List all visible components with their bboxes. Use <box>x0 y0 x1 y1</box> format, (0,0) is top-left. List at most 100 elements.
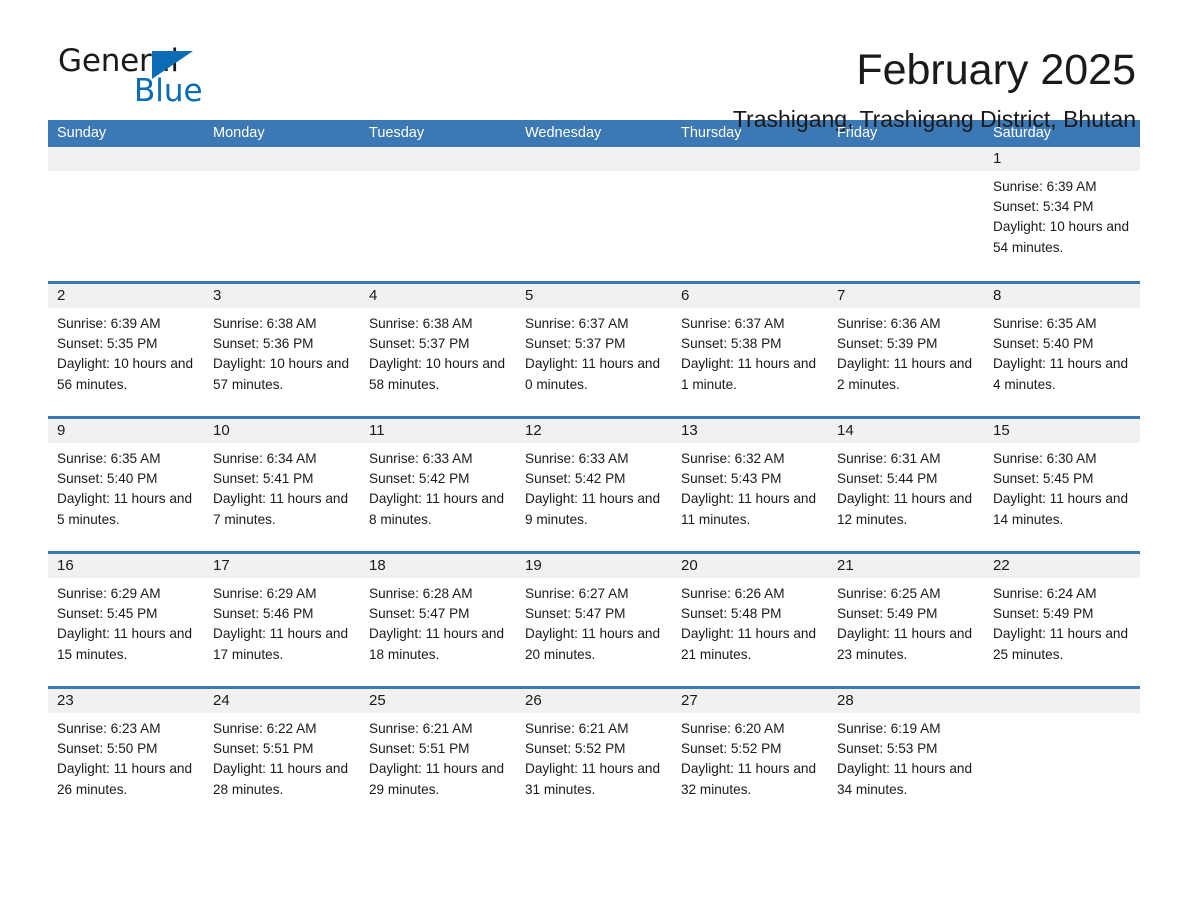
day-details <box>984 713 1140 719</box>
day-number: 7 <box>828 284 984 308</box>
sunset-text: Sunset: 5:36 PM <box>213 336 314 352</box>
day-cell[interactable]: 4 Sunrise: 6:38 AM Sunset: 5:37 PM Dayli… <box>360 284 516 416</box>
day-cell[interactable]: 22 Sunrise: 6:24 AM Sunset: 5:49 PM Dayl… <box>984 554 1140 686</box>
day-details <box>48 171 204 177</box>
sunrise-text: Sunrise: 6:35 AM <box>993 316 1097 331</box>
logo-text-blue: Blue <box>134 73 203 109</box>
sunset-text: Sunset: 5:51 PM <box>369 741 470 757</box>
day-cell[interactable]: 2 Sunrise: 6:39 AM Sunset: 5:35 PM Dayli… <box>48 284 204 416</box>
day-cell <box>360 147 516 281</box>
sunset-text: Sunset: 5:48 PM <box>681 606 782 622</box>
sunset-text: Sunset: 5:40 PM <box>993 336 1094 352</box>
day-details <box>516 171 672 177</box>
calendar-page: General Blue February 2025 Trashigang, T… <box>0 0 1188 918</box>
sunrise-text: Sunrise: 6:23 AM <box>57 721 161 736</box>
day-number <box>48 147 204 171</box>
day-cell[interactable]: 25 Sunrise: 6:21 AM Sunset: 5:51 PM Dayl… <box>360 689 516 821</box>
day-number: 28 <box>828 689 984 713</box>
day-cell[interactable]: 8 Sunrise: 6:35 AM Sunset: 5:40 PM Dayli… <box>984 284 1140 416</box>
day-cell[interactable]: 28 Sunrise: 6:19 AM Sunset: 5:53 PM Dayl… <box>828 689 984 821</box>
sunrise-text: Sunrise: 6:29 AM <box>213 586 317 601</box>
day-details: Sunrise: 6:35 AM Sunset: 5:40 PM Dayligh… <box>984 308 1140 395</box>
day-cell[interactable]: 26 Sunrise: 6:21 AM Sunset: 5:52 PM Dayl… <box>516 689 672 821</box>
day-details: Sunrise: 6:24 AM Sunset: 5:49 PM Dayligh… <box>984 578 1140 665</box>
daylight-text: Daylight: 11 hours and 0 minutes. <box>525 356 661 392</box>
daylight-text: Daylight: 11 hours and 11 minutes. <box>681 491 817 527</box>
day-cell[interactable]: 16 Sunrise: 6:29 AM Sunset: 5:45 PM Dayl… <box>48 554 204 686</box>
daylight-text: Daylight: 11 hours and 1 minute. <box>681 356 817 392</box>
calendar-week: 23 Sunrise: 6:23 AM Sunset: 5:50 PM Dayl… <box>48 686 1140 821</box>
day-cell[interactable]: 21 Sunrise: 6:25 AM Sunset: 5:49 PM Dayl… <box>828 554 984 686</box>
day-number <box>828 147 984 171</box>
sunrise-text: Sunrise: 6:30 AM <box>993 451 1097 466</box>
weekday-sunday: Sunday <box>57 125 107 141</box>
sunrise-text: Sunrise: 6:37 AM <box>525 316 629 331</box>
day-cell[interactable]: 24 Sunrise: 6:22 AM Sunset: 5:51 PM Dayl… <box>204 689 360 821</box>
day-cell[interactable]: 19 Sunrise: 6:27 AM Sunset: 5:47 PM Dayl… <box>516 554 672 686</box>
day-number: 18 <box>360 554 516 578</box>
daylight-text: Daylight: 10 hours and 57 minutes. <box>213 356 350 392</box>
day-cell[interactable]: 5 Sunrise: 6:37 AM Sunset: 5:37 PM Dayli… <box>516 284 672 416</box>
generalblue-logo[interactable]: General Blue <box>58 46 288 116</box>
day-cell[interactable]: 17 Sunrise: 6:29 AM Sunset: 5:46 PM Dayl… <box>204 554 360 686</box>
sunset-text: Sunset: 5:35 PM <box>57 336 158 352</box>
day-details: Sunrise: 6:25 AM Sunset: 5:49 PM Dayligh… <box>828 578 984 665</box>
sunset-text: Sunset: 5:47 PM <box>369 606 470 622</box>
daylight-text: Daylight: 11 hours and 32 minutes. <box>681 761 817 797</box>
day-cell[interactable]: 1 Sunrise: 6:39 AM Sunset: 5:34 PM Dayli… <box>984 147 1140 281</box>
sunrise-text: Sunrise: 6:24 AM <box>993 586 1097 601</box>
day-details: Sunrise: 6:33 AM Sunset: 5:42 PM Dayligh… <box>360 443 516 530</box>
week-cells: 23 Sunrise: 6:23 AM Sunset: 5:50 PM Dayl… <box>48 689 1140 821</box>
daylight-text: Daylight: 11 hours and 29 minutes. <box>369 761 505 797</box>
day-cell[interactable]: 11 Sunrise: 6:33 AM Sunset: 5:42 PM Dayl… <box>360 419 516 551</box>
day-details: Sunrise: 6:22 AM Sunset: 5:51 PM Dayligh… <box>204 713 360 800</box>
sunrise-text: Sunrise: 6:33 AM <box>369 451 473 466</box>
day-details: Sunrise: 6:27 AM Sunset: 5:47 PM Dayligh… <box>516 578 672 665</box>
sunset-text: Sunset: 5:39 PM <box>837 336 938 352</box>
day-cell[interactable]: 13 Sunrise: 6:32 AM Sunset: 5:43 PM Dayl… <box>672 419 828 551</box>
sunset-text: Sunset: 5:42 PM <box>369 471 470 487</box>
day-details: Sunrise: 6:20 AM Sunset: 5:52 PM Dayligh… <box>672 713 828 800</box>
daylight-text: Daylight: 11 hours and 5 minutes. <box>57 491 193 527</box>
day-details: Sunrise: 6:29 AM Sunset: 5:46 PM Dayligh… <box>204 578 360 665</box>
calendar-week: 2 Sunrise: 6:39 AM Sunset: 5:35 PM Dayli… <box>48 281 1140 416</box>
day-cell[interactable]: 3 Sunrise: 6:38 AM Sunset: 5:36 PM Dayli… <box>204 284 360 416</box>
day-cell[interactable]: 20 Sunrise: 6:26 AM Sunset: 5:48 PM Dayl… <box>672 554 828 686</box>
day-cell[interactable]: 9 Sunrise: 6:35 AM Sunset: 5:40 PM Dayli… <box>48 419 204 551</box>
day-cell[interactable]: 12 Sunrise: 6:33 AM Sunset: 5:42 PM Dayl… <box>516 419 672 551</box>
day-details: Sunrise: 6:32 AM Sunset: 5:43 PM Dayligh… <box>672 443 828 530</box>
calendar-week: 1 Sunrise: 6:39 AM Sunset: 5:34 PM Dayli… <box>48 147 1140 281</box>
day-details <box>672 171 828 177</box>
daylight-text: Daylight: 11 hours and 20 minutes. <box>525 626 661 662</box>
day-cell[interactable]: 15 Sunrise: 6:30 AM Sunset: 5:45 PM Dayl… <box>984 419 1140 551</box>
day-cell[interactable]: 7 Sunrise: 6:36 AM Sunset: 5:39 PM Dayli… <box>828 284 984 416</box>
sunrise-text: Sunrise: 6:39 AM <box>993 179 1097 194</box>
day-details: Sunrise: 6:36 AM Sunset: 5:39 PM Dayligh… <box>828 308 984 395</box>
week-cells: 1 Sunrise: 6:39 AM Sunset: 5:34 PM Dayli… <box>48 147 1140 281</box>
day-number: 13 <box>672 419 828 443</box>
day-details <box>204 171 360 177</box>
day-number: 1 <box>984 147 1140 171</box>
sunset-text: Sunset: 5:46 PM <box>213 606 314 622</box>
day-number: 21 <box>828 554 984 578</box>
sunrise-text: Sunrise: 6:27 AM <box>525 586 629 601</box>
day-cell[interactable]: 23 Sunrise: 6:23 AM Sunset: 5:50 PM Dayl… <box>48 689 204 821</box>
day-details: Sunrise: 6:28 AM Sunset: 5:47 PM Dayligh… <box>360 578 516 665</box>
day-cell[interactable]: 10 Sunrise: 6:34 AM Sunset: 5:41 PM Dayl… <box>204 419 360 551</box>
day-cell[interactable]: 14 Sunrise: 6:31 AM Sunset: 5:44 PM Dayl… <box>828 419 984 551</box>
sunset-text: Sunset: 5:52 PM <box>681 741 782 757</box>
day-cell <box>204 147 360 281</box>
day-number <box>516 147 672 171</box>
daylight-text: Daylight: 11 hours and 12 minutes. <box>837 491 973 527</box>
sunrise-text: Sunrise: 6:35 AM <box>57 451 161 466</box>
week-cells: 16 Sunrise: 6:29 AM Sunset: 5:45 PM Dayl… <box>48 554 1140 686</box>
day-details: Sunrise: 6:39 AM Sunset: 5:35 PM Dayligh… <box>48 308 204 395</box>
daylight-text: Daylight: 11 hours and 31 minutes. <box>525 761 661 797</box>
sunrise-text: Sunrise: 6:39 AM <box>57 316 161 331</box>
day-cell[interactable]: 18 Sunrise: 6:28 AM Sunset: 5:47 PM Dayl… <box>360 554 516 686</box>
day-cell[interactable]: 27 Sunrise: 6:20 AM Sunset: 5:52 PM Dayl… <box>672 689 828 821</box>
day-details: Sunrise: 6:37 AM Sunset: 5:37 PM Dayligh… <box>516 308 672 395</box>
sunrise-text: Sunrise: 6:32 AM <box>681 451 785 466</box>
day-cell[interactable]: 6 Sunrise: 6:37 AM Sunset: 5:38 PM Dayli… <box>672 284 828 416</box>
day-number <box>360 147 516 171</box>
